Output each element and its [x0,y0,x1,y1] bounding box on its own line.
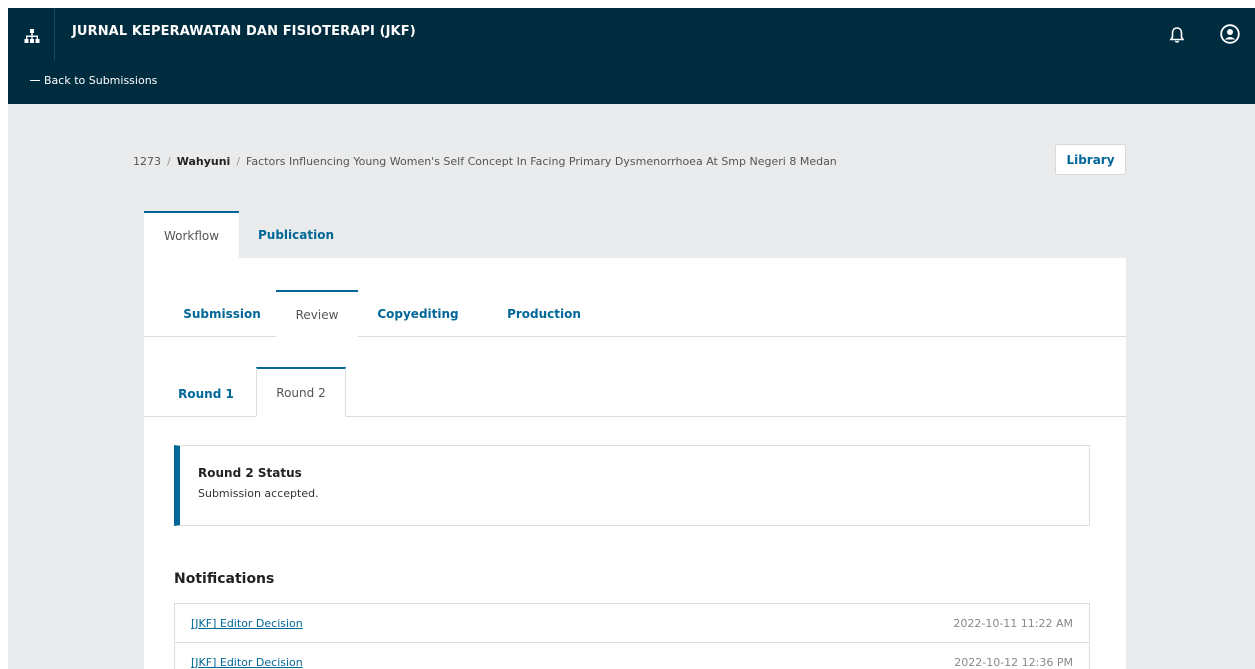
site-title[interactable]: JURNAL KEPERAWATAN DAN FISIOTERAPI (JKF) [72,24,416,39]
round-status-title: Round 2 Status [198,466,302,480]
workflow-panel: Submission Review Copyediting Production… [144,258,1126,669]
notification-link[interactable]: [JKF] Editor Decision [191,617,303,630]
tab-round-1[interactable]: Round 1 [168,370,244,417]
tab-publication[interactable]: Publication [248,211,344,258]
round-tabs-bar: Round 1 Round 2 [144,337,1126,417]
tab-workflow[interactable]: Workflow [144,211,239,258]
header-divider [54,8,55,60]
stage-tabs-bar: Submission Review Copyediting Production [144,258,1126,337]
back-to-submissions-link[interactable]: Back to Submissions [30,74,157,87]
breadcrumb: 1273 / Wahyuni / Factors Influencing You… [133,155,837,168]
round-status-text: Submission accepted. [198,487,319,500]
tab-round-2[interactable]: Round 2 [256,367,346,417]
tab-review[interactable]: Review [276,290,358,337]
round-status-box: Round 2 Status Submission accepted. [174,445,1090,526]
back-to-submissions-label: Back to Submissions [44,74,158,87]
notification-date: 2022-10-12 12:36 PM [954,656,1073,669]
top-navigation-bar: JURNAL KEPERAWATAN DAN FISIOTERAPI (JKF)… [8,8,1255,104]
notifications-list: [JKF] Editor Decision 2022-10-11 11:22 A… [174,603,1090,669]
tab-submission[interactable]: Submission [162,290,282,337]
back-arrow-icon [30,80,40,81]
submission-author: Wahyuni [176,155,231,168]
notification-link[interactable]: [JKF] Editor Decision [191,656,303,669]
app-frame: JURNAL KEPERAWATAN DAN FISIOTERAPI (JKF)… [8,8,1255,669]
breadcrumb-separator: / [236,155,241,168]
user-account-icon[interactable] [1220,24,1240,44]
tab-copyediting[interactable]: Copyediting [368,290,468,337]
notification-date: 2022-10-11 11:22 AM [953,617,1073,630]
submission-id: 1273 [133,155,161,168]
tab-production[interactable]: Production [494,290,594,337]
site-map-icon[interactable] [24,28,40,44]
library-button[interactable]: Library [1055,144,1126,175]
notifications-heading: Notifications [174,571,275,587]
breadcrumb-separator: / [167,155,171,168]
main-content: 1273 / Wahyuni / Factors Influencing You… [8,104,1255,669]
submission-title: Factors Influencing Young Women's Self C… [246,155,837,168]
bell-icon[interactable] [1168,26,1186,44]
notification-row: [JKF] Editor Decision 2022-10-12 12:36 P… [174,642,1090,669]
notification-row: [JKF] Editor Decision 2022-10-11 11:22 A… [174,603,1090,643]
